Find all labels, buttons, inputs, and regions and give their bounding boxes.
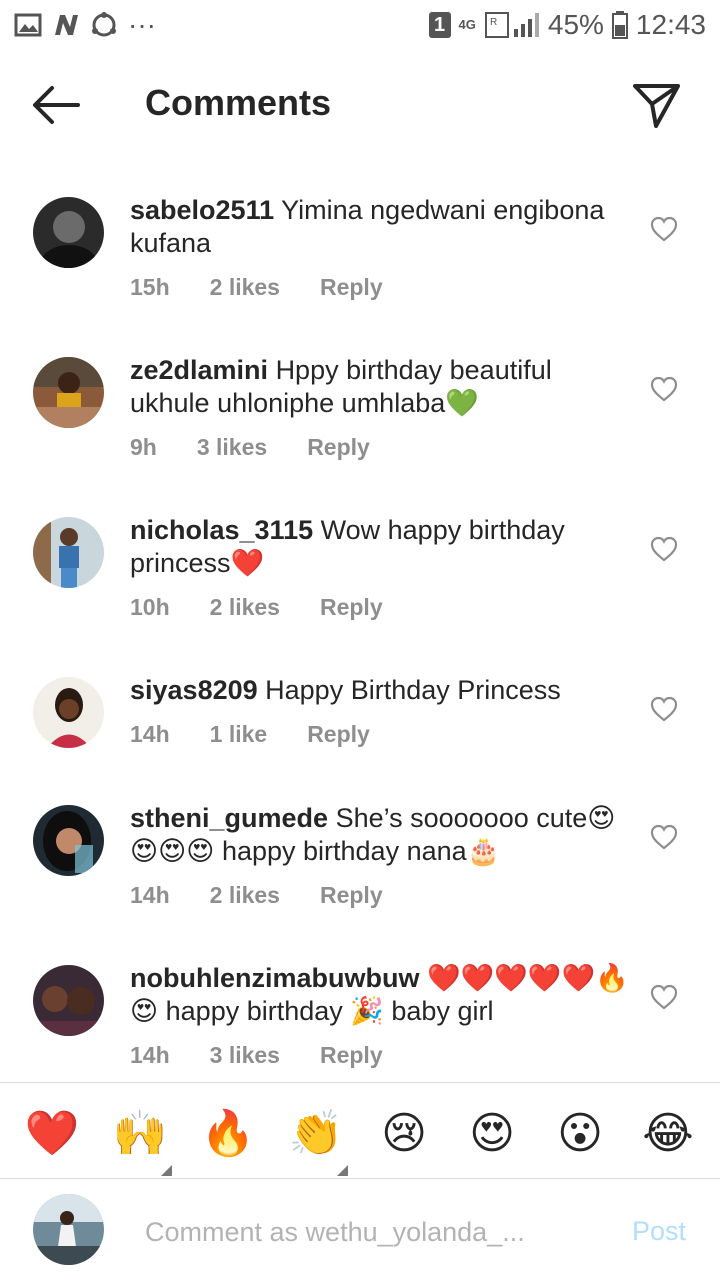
comment-likes[interactable]: 2 likes — [210, 594, 280, 621]
comment-likes[interactable]: 3 likes — [210, 1042, 280, 1069]
back-arrow-icon[interactable] — [30, 82, 82, 128]
emoji-reaction-bar: ❤️ 🙌 🔥 👏 😢 😍 😮 😂 — [0, 1090, 720, 1178]
comment-username[interactable]: stheni_gumede — [130, 803, 328, 833]
signal-icon: R — [484, 12, 539, 38]
status-left-icons: ··· — [14, 9, 156, 41]
battery-percent: 45% — [547, 9, 604, 40]
reply-button[interactable]: Reply — [307, 721, 370, 748]
comment-time: 14h — [130, 1042, 170, 1068]
avatar[interactable] — [33, 197, 104, 268]
comment-time: 14h — [130, 882, 170, 908]
sync-icon — [92, 12, 116, 37]
comment-username[interactable]: siyas8209 — [130, 675, 258, 705]
surprised-face-icon: 😮 — [557, 1109, 603, 1158]
comment-content: Happy Birthday Princess — [265, 675, 561, 705]
sim-badge: 1 — [428, 12, 451, 38]
comment-likes[interactable]: 1 like — [210, 721, 268, 748]
comment-username[interactable]: sabelo2511 — [130, 195, 274, 225]
heart-outline-icon[interactable] — [650, 376, 678, 402]
crying-face-emoji-button[interactable]: 😢 — [368, 1098, 440, 1170]
comment-composer: Post — [0, 1180, 720, 1280]
heart-outline-icon[interactable] — [650, 216, 678, 242]
divider — [0, 1082, 720, 1083]
heart-outline-icon[interactable] — [650, 824, 678, 850]
network-type: 4G — [458, 17, 476, 32]
comment-text: sabelo2511 Yimina ngedwani engibona kufa… — [130, 194, 630, 260]
crying-face-icon: 😢 — [381, 1109, 427, 1158]
comment-username[interactable]: nicholas_3115 — [130, 515, 313, 545]
comment-text: ze2dlamini Hppy birthday beautiful ukhul… — [130, 354, 630, 420]
clock: 12:43 — [635, 9, 706, 40]
comment-meta: 14h 1 like Reply — [130, 721, 410, 748]
avatar[interactable] — [33, 805, 104, 876]
avatar[interactable] — [33, 517, 104, 588]
comment-text: nicholas_3115 Wow happy birthday princes… — [130, 514, 630, 580]
red-heart-icon: ❤️ — [24, 1109, 80, 1158]
n-app-icon — [55, 15, 78, 35]
reply-button[interactable]: Reply — [320, 882, 383, 909]
comment-username[interactable]: nobuhlenzimabuwbuw — [130, 963, 419, 993]
page-title: Comments — [145, 82, 332, 123]
comment-time: 9h — [130, 434, 157, 460]
status-right-icons: 1 4G R 45% 12:43 — [428, 9, 706, 41]
avatar[interactable] — [33, 677, 104, 748]
reply-button[interactable]: Reply — [307, 434, 370, 461]
comment-text: siyas8209 Happy Birthday Princess — [130, 674, 630, 707]
heart-eyes-emoji-button[interactable]: 😍 — [456, 1098, 528, 1170]
paper-plane-icon[interactable] — [632, 80, 682, 130]
avatar[interactable] — [33, 965, 104, 1036]
clapping-hands-emoji-button[interactable]: 👏 — [280, 1098, 352, 1176]
comment-meta: 14h 2 likes Reply — [130, 882, 423, 909]
heart-outline-icon[interactable] — [650, 984, 678, 1010]
battery-icon — [611, 11, 628, 39]
heart-outline-icon[interactable] — [650, 536, 678, 562]
comment-time: 15h — [130, 274, 170, 300]
laughing-face-icon: 😂 — [642, 1109, 694, 1158]
comment-meta: 15h 2 likes Reply — [130, 274, 423, 301]
fire-icon: 🔥 — [200, 1109, 256, 1158]
surprised-face-emoji-button[interactable]: 😮 — [544, 1098, 616, 1170]
clapping-hands-icon: 👏 — [288, 1109, 344, 1158]
heart-eyes-icon: 😍 — [469, 1109, 515, 1158]
current-user-avatar — [33, 1194, 104, 1265]
red-heart-emoji-button[interactable]: ❤️ — [16, 1098, 88, 1170]
post-button[interactable]: Post — [632, 1216, 686, 1247]
svg-text:R: R — [490, 17, 497, 28]
status-bar: ··· 1 4G R 45% 12:43 — [0, 0, 720, 50]
comment-likes[interactable]: 3 likes — [197, 434, 267, 461]
raised-hands-emoji-button[interactable]: 🙌 — [104, 1098, 176, 1176]
comment-text: stheni_gumede She’s sooooooo cute😍😍😍😍 ha… — [130, 802, 630, 868]
comment-likes[interactable]: 2 likes — [210, 274, 280, 301]
comment-meta: 10h 2 likes Reply — [130, 594, 423, 621]
skin-tone-indicator-icon — [337, 1165, 348, 1176]
more-notifications-icon: ··· — [128, 9, 156, 40]
comment-meta: 9h 3 likes Reply — [130, 434, 410, 461]
heart-outline-icon[interactable] — [650, 696, 678, 722]
comment-time: 14h — [130, 721, 170, 747]
divider — [0, 1178, 720, 1179]
comment-likes[interactable]: 2 likes — [210, 882, 280, 909]
skin-tone-indicator-icon — [161, 1165, 172, 1176]
comment-input[interactable] — [145, 1210, 585, 1254]
avatar[interactable] — [33, 357, 104, 428]
reply-button[interactable]: Reply — [320, 594, 383, 621]
raised-hands-icon: 🙌 — [112, 1109, 168, 1158]
gallery-icon — [14, 13, 42, 37]
comment-username[interactable]: ze2dlamini — [130, 355, 268, 385]
comment-meta: 14h 3 likes Reply — [130, 1042, 423, 1069]
fire-emoji-button[interactable]: 🔥 — [192, 1098, 264, 1170]
laughing-face-emoji-button[interactable]: 😂 — [632, 1098, 704, 1170]
reply-button[interactable]: Reply — [320, 274, 383, 301]
comment-text: nobuhlenzimabuwbuw ❤️❤️❤️❤️❤️🔥😍 happy bi… — [130, 962, 630, 1028]
reply-button[interactable]: Reply — [320, 1042, 383, 1069]
comment-time: 10h — [130, 594, 170, 620]
header: Comments — [0, 60, 720, 150]
